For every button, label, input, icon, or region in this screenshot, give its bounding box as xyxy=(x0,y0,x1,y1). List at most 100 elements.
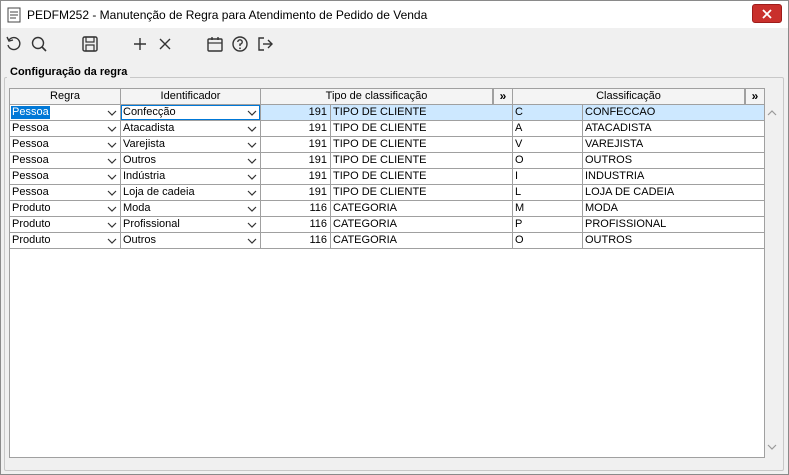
classificacao-descricao-cell[interactable]: MODA xyxy=(583,201,765,217)
header-regra[interactable]: Regra xyxy=(10,89,121,105)
table-row[interactable]: Pessoa Outros 191 TIPO DE CLIENTE O OUTROS xyxy=(10,153,766,169)
chevron-down-icon[interactable] xyxy=(107,236,117,246)
table-row[interactable]: Pessoa Loja de cadeia 191 TIPO DE CLIENTE L L… xyxy=(10,185,766,201)
vertical-scrollbar[interactable] xyxy=(765,104,779,456)
regra-value: Pessoa xyxy=(12,170,49,182)
chevron-down-icon[interactable] xyxy=(107,156,117,166)
classificacao-codigo-cell[interactable]: O xyxy=(513,153,583,169)
tipo-descricao-cell[interactable]: TIPO DE CLIENTE xyxy=(331,105,513,121)
regra-combo[interactable]: Produto xyxy=(10,217,121,233)
refresh-button[interactable] xyxy=(3,33,25,55)
chevron-down-icon[interactable] xyxy=(247,108,257,118)
tipo-descricao-cell[interactable]: CATEGORIA xyxy=(331,201,513,217)
regra-combo[interactable]: Pessoa xyxy=(10,153,121,169)
classificacao-codigo-cell[interactable]: A xyxy=(513,121,583,137)
classificacao-descricao-cell[interactable]: OUTROS xyxy=(583,233,765,249)
header-identificador[interactable]: Identificador xyxy=(121,89,261,105)
chevron-down-icon[interactable] xyxy=(247,188,257,198)
chevron-down-icon[interactable] xyxy=(107,204,117,214)
classificacao-descricao-cell[interactable]: INDUSTRIA xyxy=(583,169,765,185)
add-button[interactable] xyxy=(129,33,151,55)
tipo-codigo-cell[interactable]: 191 xyxy=(261,185,331,201)
chevron-down-icon[interactable] xyxy=(247,236,257,246)
tipo-descricao-cell[interactable]: TIPO DE CLIENTE xyxy=(331,137,513,153)
table-row[interactable]: Produto Profissional 116 CATEGORIA P PROFISSI… xyxy=(10,217,766,233)
chevron-down-icon[interactable] xyxy=(247,172,257,182)
identificador-combo[interactable]: Loja de cadeia xyxy=(121,185,261,201)
tipo-descricao-cell[interactable]: TIPO DE CLIENTE xyxy=(331,153,513,169)
expand-classificacao-button[interactable]: » xyxy=(745,89,765,105)
classificacao-codigo-cell[interactable]: M xyxy=(513,201,583,217)
exit-button[interactable] xyxy=(254,33,276,55)
scroll-down-icon[interactable] xyxy=(765,440,779,454)
chevron-down-icon[interactable] xyxy=(247,140,257,150)
chevron-down-icon[interactable] xyxy=(107,124,117,134)
identificador-combo[interactable]: Confecção xyxy=(121,105,261,121)
expand-tipo-button[interactable]: » xyxy=(493,89,513,105)
identificador-combo[interactable]: Profissional xyxy=(121,217,261,233)
identificador-combo[interactable]: Varejista xyxy=(121,137,261,153)
table-row[interactable]: Pessoa Indústria 191 TIPO DE CLIENTE I INDUST… xyxy=(10,169,766,185)
table-row[interactable]: Produto Moda 116 CATEGORIA M MODA xyxy=(10,201,766,217)
tipo-codigo-cell[interactable]: 116 xyxy=(261,201,331,217)
table-row[interactable]: Pessoa Varejista 191 TIPO DE CLIENTE V VAREJI… xyxy=(10,137,766,153)
regra-combo[interactable]: Pessoa xyxy=(10,169,121,185)
chevron-down-icon[interactable] xyxy=(247,156,257,166)
classificacao-codigo-cell[interactable]: C xyxy=(513,105,583,121)
classificacao-codigo-cell[interactable]: L xyxy=(513,185,583,201)
tipo-descricao-cell[interactable]: TIPO DE CLIENTE xyxy=(331,169,513,185)
identificador-combo[interactable]: Outros xyxy=(121,233,261,249)
regra-combo[interactable]: Pessoa xyxy=(10,185,121,201)
tipo-codigo-cell[interactable]: 116 xyxy=(261,233,331,249)
save-button[interactable] xyxy=(79,33,101,55)
chevron-down-icon[interactable] xyxy=(247,124,257,134)
chevron-down-icon[interactable] xyxy=(107,188,117,198)
tipo-codigo-cell[interactable]: 191 xyxy=(261,137,331,153)
tipo-descricao-cell[interactable]: CATEGORIA xyxy=(331,217,513,233)
tipo-descricao-cell[interactable]: TIPO DE CLIENTE xyxy=(331,185,513,201)
classificacao-codigo-cell[interactable]: P xyxy=(513,217,583,233)
regra-combo[interactable]: Produto xyxy=(10,233,121,249)
regra-combo[interactable]: Pessoa xyxy=(10,105,121,121)
table-row[interactable]: Pessoa Atacadista 191 TIPO DE CLIENTE A ATACA… xyxy=(10,121,766,137)
tipo-codigo-cell[interactable]: 191 xyxy=(261,105,331,121)
identificador-combo[interactable]: Indústria xyxy=(121,169,261,185)
tipo-codigo-cell[interactable]: 191 xyxy=(261,153,331,169)
header-tipo-classificacao[interactable]: Tipo de classificação xyxy=(261,89,493,105)
table-row[interactable]: Pessoa Confecção 191 TIPO DE CLIENTE C CONFEC… xyxy=(10,105,766,121)
chevron-down-icon[interactable] xyxy=(107,172,117,182)
chevron-down-icon[interactable] xyxy=(247,204,257,214)
classificacao-descricao-cell[interactable]: PROFISSIONAL xyxy=(583,217,765,233)
identificador-combo[interactable]: Moda xyxy=(121,201,261,217)
tipo-codigo-cell[interactable]: 191 xyxy=(261,121,331,137)
regra-combo[interactable]: Produto xyxy=(10,201,121,217)
regra-combo[interactable]: Pessoa xyxy=(10,137,121,153)
chevron-down-icon[interactable] xyxy=(107,220,117,230)
classificacao-descricao-cell[interactable]: OUTROS xyxy=(583,153,765,169)
classificacao-descricao-cell[interactable]: ATACADISTA xyxy=(583,121,765,137)
classificacao-descricao-cell[interactable]: LOJA DE CADEIA xyxy=(583,185,765,201)
header-classificacao[interactable]: Classificação xyxy=(513,89,745,105)
tipo-descricao-cell[interactable]: CATEGORIA xyxy=(331,233,513,249)
tipo-descricao-cell[interactable]: TIPO DE CLIENTE xyxy=(331,121,513,137)
close-button[interactable] xyxy=(752,4,782,23)
classificacao-descricao-cell[interactable]: VAREJISTA xyxy=(583,137,765,153)
chevron-down-icon[interactable] xyxy=(107,108,117,118)
chevron-down-icon[interactable] xyxy=(247,220,257,230)
classificacao-codigo-cell[interactable]: O xyxy=(513,233,583,249)
regra-combo[interactable]: Pessoa xyxy=(10,121,121,137)
search-button[interactable] xyxy=(28,33,50,55)
table-row[interactable]: Produto Outros 116 CATEGORIA O OUTROS xyxy=(10,233,766,249)
tipo-codigo-cell[interactable]: 116 xyxy=(261,217,331,233)
identificador-combo[interactable]: Outros xyxy=(121,153,261,169)
scroll-up-icon[interactable] xyxy=(765,106,779,120)
tipo-codigo-cell[interactable]: 191 xyxy=(261,169,331,185)
classificacao-descricao-cell[interactable]: CONFECCAO xyxy=(583,105,765,121)
identificador-combo[interactable]: Atacadista xyxy=(121,121,261,137)
classificacao-codigo-cell[interactable]: V xyxy=(513,137,583,153)
delete-button[interactable] xyxy=(154,33,176,55)
classificacao-codigo-cell[interactable]: I xyxy=(513,169,583,185)
chevron-down-icon[interactable] xyxy=(107,140,117,150)
help-button[interactable] xyxy=(229,33,251,55)
calendar-button[interactable] xyxy=(204,33,226,55)
